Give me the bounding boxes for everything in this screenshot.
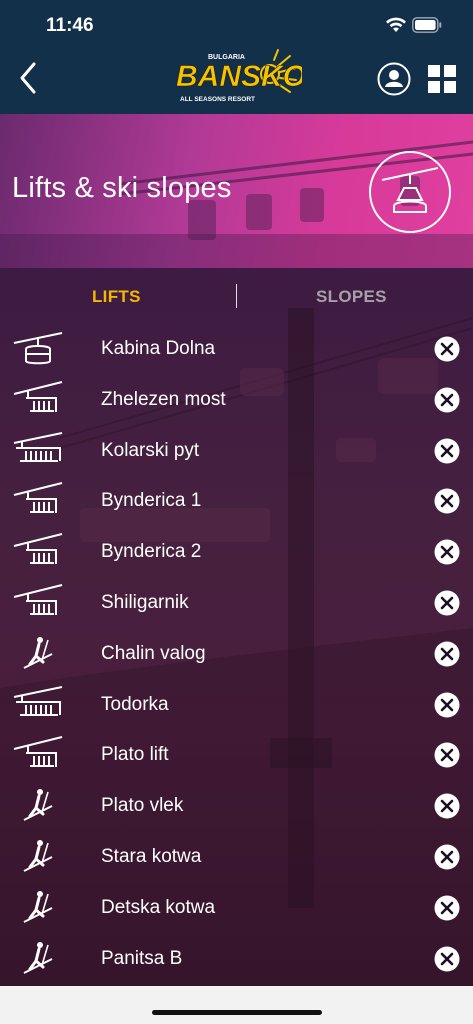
lift-row[interactable]: Zhelezen most (0, 375, 473, 426)
lift-name: Plato vlek (101, 795, 184, 817)
closed-status-icon (434, 692, 460, 718)
tab-divider (236, 284, 237, 308)
lift-name: Plato lift (101, 744, 169, 766)
svg-text:BANSKO: BANSKO (176, 60, 302, 93)
lift-name: Kabina Dolna (101, 338, 216, 359)
closed-status-icon (434, 793, 460, 819)
lift-row[interactable]: Kolarski pyt (0, 426, 473, 477)
status-time: 11:46 (46, 15, 94, 36)
lift-row[interactable]: Bynderica 2 (0, 527, 473, 578)
lift-name: Kolarski pyt (101, 439, 200, 461)
gondola-icon (12, 329, 64, 369)
closed-status-icon (434, 539, 460, 565)
hero-banner: Lifts & ski slopes (0, 114, 473, 268)
lift-name: Zhelezen most (101, 388, 226, 410)
lift-row[interactable]: Chalin valog (0, 629, 473, 680)
closed-status-icon (434, 387, 460, 413)
gondola-icon (369, 151, 451, 233)
closed-status-icon (434, 336, 460, 362)
closed-status-icon (434, 946, 460, 972)
closed-status-icon (434, 844, 460, 870)
wifi-icon (386, 17, 406, 32)
svg-text:ALL SEASONS RESORT: ALL SEASONS RESORT (180, 96, 255, 103)
battery-icon (412, 17, 442, 33)
closed-status-icon (434, 590, 460, 616)
top-bar: 11:46 BULGARIA BANSKO ALL SEASONS RESORT (0, 0, 473, 114)
menu-grid-button[interactable] (427, 64, 457, 94)
lift-name: Panitsa B (101, 947, 183, 969)
draglift-icon (12, 786, 64, 826)
closed-status-icon (434, 641, 460, 667)
lift-row[interactable]: Todorka (0, 680, 473, 731)
lift-row[interactable]: Plato vlek (0, 781, 473, 832)
lift-name: Stara kotwa (101, 845, 202, 867)
closed-status-icon (434, 895, 460, 921)
lift-name: Bynderica 2 (101, 541, 202, 563)
lift-row[interactable]: Bynderica 1 (0, 476, 473, 527)
lift-row[interactable]: Detska kotwa (0, 883, 473, 934)
tab-lifts[interactable]: LIFTS (92, 287, 141, 307)
lift-name: Bynderica 1 (101, 490, 202, 512)
draglift-icon (12, 939, 64, 979)
chairlift-6-icon (12, 685, 64, 725)
lift-name: Shiligarnik (101, 591, 189, 613)
draglift-icon (12, 634, 64, 674)
closed-status-icon (434, 438, 460, 464)
lift-row[interactable]: Shiligarnik (0, 578, 473, 629)
chairlift-4-icon (12, 481, 64, 521)
draglift-icon (12, 888, 64, 928)
lift-name: Todorka (101, 693, 169, 715)
home-indicator[interactable] (152, 1010, 322, 1015)
lift-row[interactable]: Panitsa B (0, 934, 473, 985)
chairlift-4-icon (12, 583, 64, 623)
lift-list: Kabina Dolna Zhelezen most Kolarski pyt Byn… (0, 324, 473, 984)
bansko-logo: BULGARIA BANSKO ALL SEASONS RESORT (176, 49, 302, 103)
lifts-content: LIFTS SLOPES Kabina Dolna Zhelezen most Ko… (0, 268, 473, 986)
tab-slopes[interactable]: SLOPES (316, 287, 387, 307)
lift-row[interactable]: Kabina Dolna (0, 324, 473, 375)
chairlift-4-icon (12, 735, 64, 775)
chairlift-4-icon (12, 380, 64, 420)
lift-name: Detska kotwa (101, 896, 216, 918)
chairlift-4-icon (12, 532, 64, 572)
closed-status-icon (434, 742, 460, 768)
lift-slope-tabs: LIFTS SLOPES (0, 268, 473, 324)
lift-name: Chalin valog (101, 642, 206, 664)
closed-status-icon (434, 488, 460, 514)
lift-row[interactable]: Plato lift (0, 730, 473, 781)
draglift-icon (12, 837, 64, 877)
lift-row[interactable]: Stara kotwa (0, 832, 473, 883)
home-bar-area (0, 986, 473, 1024)
profile-button[interactable] (377, 62, 411, 96)
page-title: Lifts & ski slopes (12, 172, 232, 204)
chairlift-6-icon (12, 431, 64, 471)
back-button[interactable] (12, 58, 48, 98)
